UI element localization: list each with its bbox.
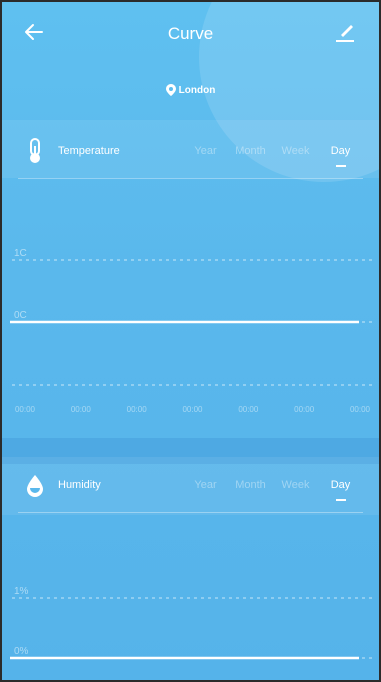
- temperature-y-tick-label: 1C: [14, 248, 27, 259]
- temperature-chart: 1C 0C 00:00 00:00 00:00 00:00 00:00 00:00 00:00: [10, 248, 374, 414]
- humidity-y-tick-label: 0%: [14, 646, 29, 657]
- thermometer-icon: [24, 138, 46, 164]
- water-drop-icon: [24, 473, 46, 499]
- location-label[interactable]: London: [2, 84, 379, 96]
- temperature-x-tick-label: 00:00: [71, 405, 92, 414]
- humidity-chart: 1% 0%: [10, 586, 374, 660]
- tab-week[interactable]: Week: [273, 145, 318, 157]
- temperature-x-tick-label: 00:00: [350, 405, 371, 414]
- temperature-label: Temperature: [58, 145, 120, 157]
- humidity-divider: [18, 512, 363, 513]
- tab-year[interactable]: Year: [183, 145, 228, 157]
- temperature-x-tick-label: 00:00: [294, 405, 315, 414]
- humidity-y-tick-label: 1%: [14, 586, 29, 597]
- humidity-tabs: Year Month Week Day: [183, 479, 363, 491]
- temperature-x-tick-label: 00:00: [182, 405, 203, 414]
- temperature-x-tick-label: 00:00: [15, 405, 36, 414]
- temperature-x-tick-label: 00:00: [238, 405, 259, 414]
- tab-year[interactable]: Year: [183, 479, 228, 491]
- pen-icon: [336, 25, 354, 42]
- location-name: London: [178, 84, 216, 96]
- header: Curve London: [2, 2, 379, 112]
- humidity-label: Humidity: [58, 479, 101, 491]
- page-title: Curve: [167, 24, 214, 43]
- temperature-header: Temperature Year Month Week Day: [2, 120, 379, 178]
- temperature-y-tick-label: 0C: [14, 310, 27, 321]
- edit-button[interactable]: [333, 20, 357, 44]
- temperature-tabs: Year Month Week Day: [183, 145, 363, 157]
- tab-month[interactable]: Month: [228, 145, 273, 157]
- temperature-divider: [18, 178, 363, 179]
- tab-day[interactable]: Day: [318, 479, 363, 491]
- tab-month[interactable]: Month: [228, 479, 273, 491]
- temperature-x-tick-label: 00:00: [127, 405, 148, 414]
- app-screen: Curve London Temperature Year Month Week…: [0, 0, 381, 682]
- tab-week[interactable]: Week: [273, 479, 318, 491]
- humidity-header: Humidity Year Month Week Day: [2, 457, 379, 515]
- map-pin-icon: [165, 84, 176, 96]
- tab-day[interactable]: Day: [318, 145, 363, 157]
